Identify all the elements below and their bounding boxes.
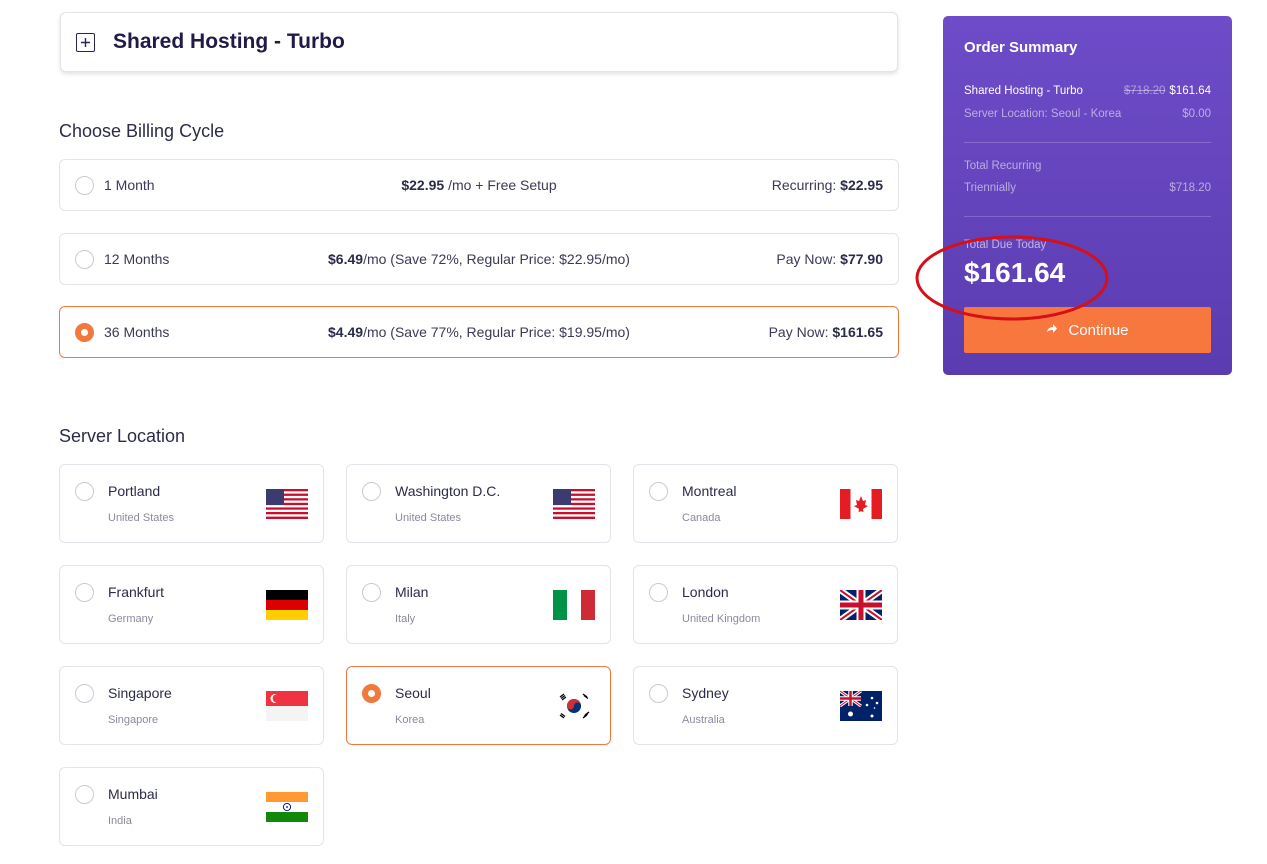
location-city: Sydney — [682, 685, 729, 701]
billing-option-36-months[interactable]: 36 Months $4.49/mo (Save 77%, Regular Pr… — [59, 306, 899, 358]
singapore-flag-icon — [266, 691, 308, 721]
location-card-sydney[interactable]: Sydney Australia — [633, 666, 898, 745]
summary-location-line: Server Location: Seoul - Korea $0.00 — [964, 108, 1211, 120]
location-city: Portland — [108, 483, 161, 499]
location-card-montreal[interactable]: Montreal Canada — [633, 464, 898, 543]
location-country: United Kingdom — [682, 613, 761, 625]
billing-option-label: 1 Month — [104, 177, 155, 193]
us-flag-icon — [266, 489, 308, 519]
radio-button-selected[interactable] — [75, 322, 94, 342]
order-summary-panel: Order Summary Shared Hosting - Turbo $71… — [943, 16, 1232, 375]
radio-button[interactable] — [362, 482, 381, 501]
location-card-singapore[interactable]: Singapore Singapore — [59, 666, 324, 745]
location-country: Singapore — [108, 714, 159, 726]
location-card-mumbai[interactable]: Mumbai India — [59, 767, 324, 846]
radio-button[interactable] — [75, 583, 94, 602]
location-card-milan[interactable]: Milan Italy — [346, 565, 611, 644]
radio-button[interactable] — [75, 684, 94, 703]
radio-button[interactable] — [362, 583, 381, 602]
radio-button[interactable] — [75, 175, 94, 195]
location-country: Canada — [682, 512, 721, 524]
location-card-seoul[interactable]: Seoul Korea — [346, 666, 611, 745]
location-country: United States — [395, 512, 462, 524]
billing-option-12-months[interactable]: 12 Months $6.49/mo (Save 72%, Regular Pr… — [59, 233, 899, 285]
billing-option-label: 36 Months — [104, 324, 170, 340]
summary-product-name: Shared Hosting - Turbo — [964, 85, 1083, 97]
us-flag-icon — [553, 489, 595, 519]
summary-recurring-period: Triennially — [964, 182, 1016, 194]
canada-flag-icon — [840, 489, 882, 519]
radio-button-selected[interactable] — [362, 684, 381, 703]
location-city: Mumbai — [108, 786, 158, 802]
summary-location-price: $0.00 — [1182, 108, 1211, 120]
uk-flag-icon — [840, 590, 882, 620]
radio-button[interactable] — [75, 482, 94, 501]
italy-flag-icon — [553, 590, 595, 620]
location-country: India — [108, 815, 132, 827]
summary-recurring-line: Triennially $718.20 — [964, 182, 1211, 194]
summary-product-price: $161.64 — [1169, 85, 1211, 97]
location-city: Singapore — [108, 685, 172, 701]
location-city: Seoul — [395, 685, 431, 701]
summary-product-line: Shared Hosting - Turbo $718.20 $161.64 — [964, 85, 1211, 97]
location-country: United States — [108, 512, 175, 524]
location-city: London — [682, 584, 729, 600]
location-country: Korea — [395, 714, 425, 726]
location-section-title: Server Location — [59, 426, 186, 446]
radio-button[interactable] — [75, 785, 94, 804]
arrow-right-icon — [1046, 323, 1058, 337]
billing-section-title: Choose Billing Cycle — [59, 121, 225, 141]
total-due-label: Total Due Today — [964, 239, 1047, 251]
location-card-portland[interactable]: Portland United States — [59, 464, 324, 543]
germany-flag-icon — [266, 590, 308, 620]
summary-location-label: Server Location: Seoul - Korea — [964, 108, 1122, 120]
radio-button[interactable] — [649, 684, 668, 703]
location-card-frankfurt[interactable]: Frankfurt Germany — [59, 565, 324, 644]
continue-button[interactable]: Continue — [964, 307, 1211, 353]
product-card[interactable]: Shared Hosting - Turbo — [60, 12, 898, 72]
summary-recurring-label: Total Recurring — [964, 160, 1042, 172]
order-summary-title: Order Summary — [964, 39, 1078, 56]
summary-divider — [964, 142, 1211, 143]
summary-old-price: $718.20 — [1123, 85, 1166, 97]
summary-recurring-label-line: Total Recurring — [964, 160, 1211, 172]
billing-option-total: Recurring: $22.95 — [771, 177, 883, 193]
product-title: Shared Hosting - Turbo — [113, 30, 345, 53]
radio-button[interactable] — [649, 583, 668, 602]
expand-plus-icon[interactable] — [76, 32, 95, 52]
location-card-washington[interactable]: Washington D.C. United States — [346, 464, 611, 543]
location-country: Germany — [108, 613, 154, 625]
location-country: Australia — [682, 714, 725, 726]
location-city: Frankfurt — [108, 584, 165, 600]
billing-option-total: Pay Now: $77.90 — [776, 251, 883, 267]
continue-button-label: Continue — [1068, 321, 1129, 339]
summary-divider — [964, 216, 1211, 217]
india-flag-icon — [266, 792, 308, 822]
radio-button[interactable] — [649, 482, 668, 501]
billing-option-label: 12 Months — [104, 251, 170, 267]
location-city: Montreal — [682, 483, 737, 499]
australia-flag-icon — [840, 691, 882, 721]
summary-recurring-price: $718.20 — [1169, 182, 1211, 194]
location-city: Milan — [395, 584, 429, 600]
location-city: Washington D.C. — [395, 483, 501, 499]
korea-flag-icon — [553, 691, 595, 721]
total-due-amount: $161.64 — [964, 257, 1066, 288]
billing-option-total: Pay Now: $161.65 — [768, 324, 883, 340]
billing-option-1-month[interactable]: 1 Month $22.95 /mo + Free Setup Recurrin… — [59, 159, 899, 211]
radio-button[interactable] — [75, 249, 94, 269]
location-card-london[interactable]: London United Kingdom — [633, 565, 898, 644]
location-country: Italy — [395, 613, 416, 625]
